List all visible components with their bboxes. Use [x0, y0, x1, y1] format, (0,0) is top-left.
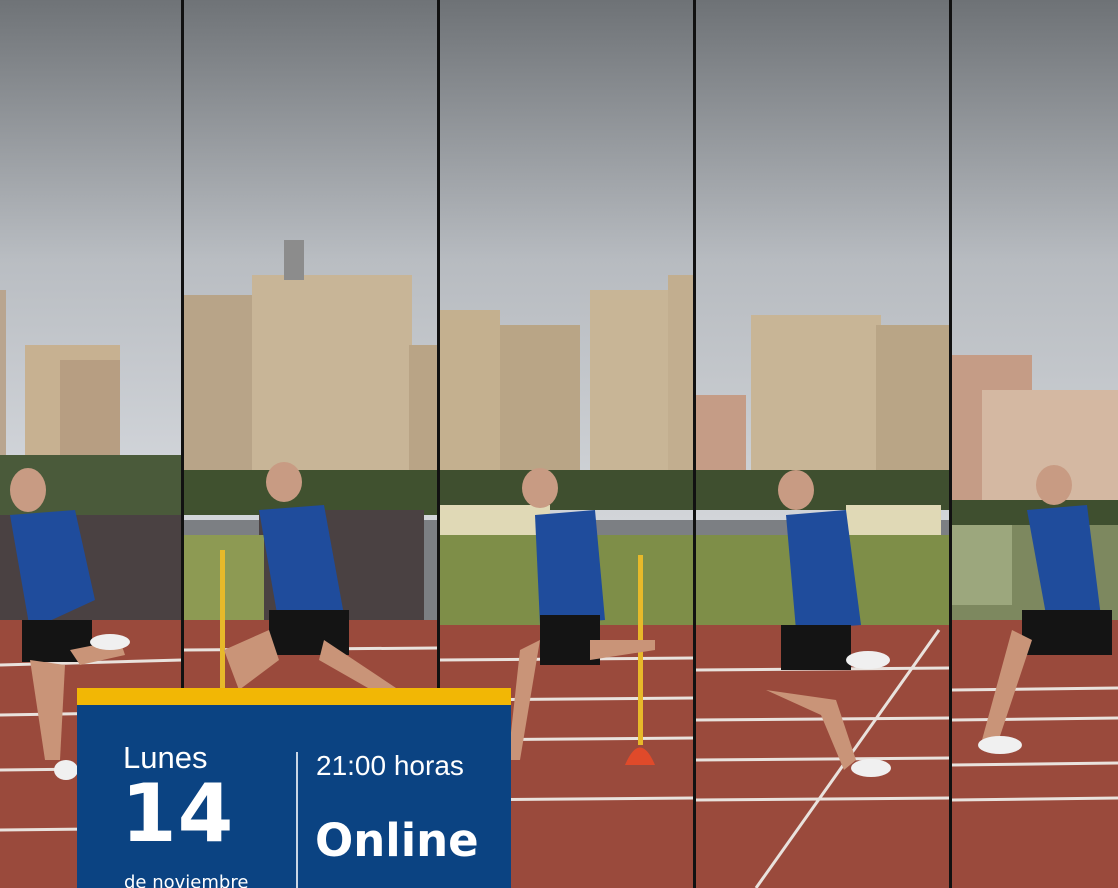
event-time: 21:00 horas	[316, 750, 464, 781]
event-day-number: 14	[121, 767, 235, 860]
photo-panel-4	[696, 0, 949, 888]
card-accent-bar	[77, 688, 511, 705]
event-info-card: Lunes 14 de noviembre 21:00 horas Online	[77, 688, 511, 888]
event-banner: Lunes 14 de noviembre 21:00 horas Online	[0, 0, 1118, 888]
event-month: de noviembre	[124, 872, 249, 888]
card-divider	[296, 752, 298, 888]
photo-panel-5	[952, 0, 1118, 888]
event-mode: Online	[315, 814, 479, 867]
